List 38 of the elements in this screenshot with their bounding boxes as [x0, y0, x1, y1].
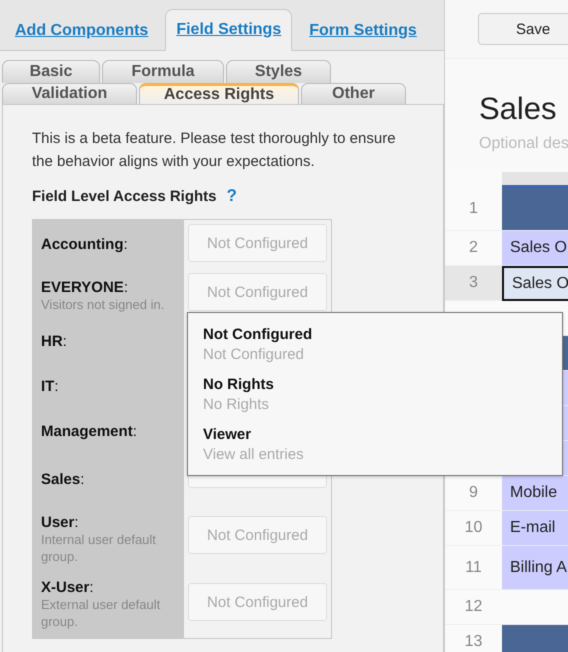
- main-tab[interactable]: Form Settings: [296, 11, 430, 50]
- main-tab[interactable]: Add Components: [2, 11, 162, 50]
- group-label: EVERYONE:: [41, 279, 129, 296]
- section-title: Field Level Access Rights: [32, 188, 217, 204]
- option-description: No Rights: [203, 395, 270, 415]
- help-link[interactable]: ?: [226, 186, 237, 206]
- settings-tab[interactable]: Basic: [2, 60, 100, 83]
- beta-notice: This is a beta feature. Please test thoroughly to ensure the behavior aligns with your expectations.: [32, 129, 397, 172]
- sheet-cell[interactable]: Mobile: [502, 476, 568, 511]
- settings-tab[interactable]: Formula: [102, 60, 224, 83]
- group-description: Visitors not signed in.: [41, 296, 166, 313]
- group-label: User:: [41, 514, 80, 531]
- settings-tab[interactable]: Styles: [226, 60, 331, 83]
- group-label: Accounting:: [41, 236, 129, 253]
- option-description: View all entries: [203, 445, 305, 465]
- save-button[interactable]: Save: [478, 13, 568, 45]
- description-field[interactable]: Optional des: [479, 135, 568, 153]
- settings-tab[interactable]: Validation: [2, 83, 137, 104]
- group-label: Management:: [41, 423, 138, 440]
- row-number: 3: [445, 266, 502, 301]
- group-description: Internal user default group.: [41, 531, 157, 565]
- group-label: X-User:: [41, 579, 95, 596]
- option-title[interactable]: Not Configured: [203, 325, 547, 345]
- option-description: Not Configured: [203, 345, 305, 365]
- sheet-cell[interactable]: Billing A: [502, 546, 568, 590]
- sheet-cell[interactable]: E-mail: [502, 511, 568, 546]
- group-label: HR:: [41, 333, 68, 350]
- option-title[interactable]: No Rights: [203, 375, 547, 395]
- group-description: External user default group.: [41, 596, 162, 630]
- form-title: Sales: [479, 91, 558, 127]
- settings-tab[interactable]: Access Rights: [139, 83, 299, 104]
- settings-tab[interactable]: Other: [301, 83, 406, 104]
- group-label: IT:: [41, 378, 60, 395]
- option-title[interactable]: Viewer: [203, 425, 547, 445]
- group-label: Sales:: [41, 470, 86, 488]
- sheet-cell[interactable]: Sales O: [502, 266, 568, 301]
- sheet-cell[interactable]: Sales O: [502, 231, 568, 266]
- main-tab[interactable]: Field Settings: [165, 9, 292, 51]
